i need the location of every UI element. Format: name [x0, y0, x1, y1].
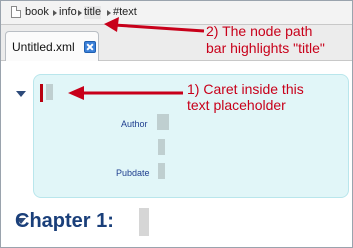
pubdate-label: Pubdate: [116, 168, 150, 178]
path-crumb-book[interactable]: book: [25, 6, 49, 19]
author-label: Author: [121, 119, 148, 129]
path-crumb-title[interactable]: title: [84, 6, 102, 19]
pathbar-annotation-line1: 2) The node path: [206, 23, 313, 39]
node-path-bar: book info title #text: [1, 1, 352, 25]
title-placeholder[interactable]: [46, 84, 53, 100]
chapter-heading[interactable]: Chapter 1:: [15, 210, 114, 233]
path-crumb-info[interactable]: info: [59, 6, 77, 19]
document-icon: [11, 6, 21, 18]
text-caret: [40, 84, 43, 102]
tab-label: Untitled.xml: [12, 40, 75, 54]
caret-annotation-line2: text placeholder: [187, 97, 286, 113]
collapse-toggle-icon[interactable]: [16, 91, 26, 97]
close-icon[interactable]: [84, 41, 96, 53]
author-extra-placeholder[interactable]: [158, 139, 165, 155]
author-placeholder[interactable]: [157, 114, 169, 130]
path-separator-icon: [53, 10, 57, 16]
tab-untitled-xml[interactable]: Untitled.xml: [5, 31, 99, 61]
chapter-title-placeholder[interactable]: [139, 208, 149, 236]
path-separator-icon: [78, 10, 82, 16]
path-separator-icon: [107, 10, 111, 16]
caret-annotation-line1: 1) Caret inside this: [187, 81, 304, 97]
path-crumb-text[interactable]: #text: [113, 6, 137, 19]
pubdate-placeholder[interactable]: [158, 163, 165, 179]
pathbar-annotation-line2: bar highlights "title": [206, 40, 325, 56]
